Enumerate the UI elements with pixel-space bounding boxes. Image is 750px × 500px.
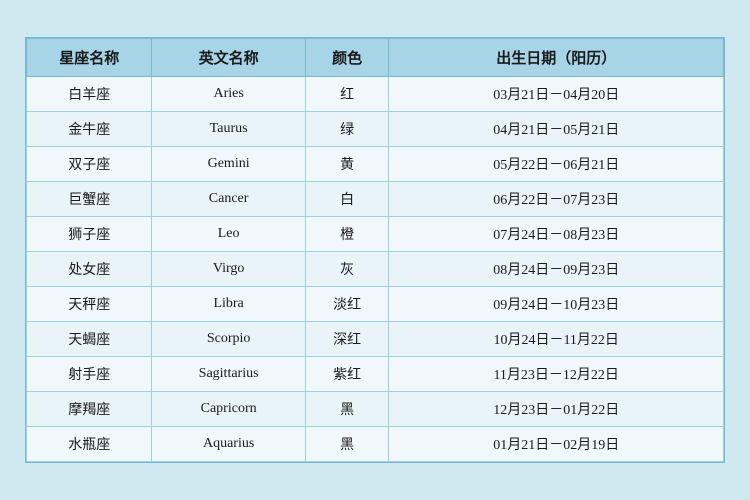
cell-color: 黄 [305,147,389,182]
cell-english: Scorpio [152,322,305,357]
cell-date: 09月24日－10月23日 [389,287,724,322]
zodiac-table-container: 星座名称 英文名称 颜色 出生日期（阳历） 白羊座Aries红03月21日－04… [25,37,725,463]
cell-chinese: 双子座 [27,147,152,182]
cell-english: Taurus [152,112,305,147]
table-row: 天秤座Libra淡红09月24日－10月23日 [27,287,724,322]
cell-english: Sagittarius [152,357,305,392]
cell-chinese: 金牛座 [27,112,152,147]
header-chinese: 星座名称 [27,39,152,77]
cell-color: 黑 [305,427,389,462]
cell-date: 03月21日－04月20日 [389,77,724,112]
cell-chinese: 摩羯座 [27,392,152,427]
cell-color: 灰 [305,252,389,287]
cell-color: 白 [305,182,389,217]
cell-date: 04月21日－05月21日 [389,112,724,147]
cell-chinese: 天秤座 [27,287,152,322]
cell-date: 06月22日－07月23日 [389,182,724,217]
table-header-row: 星座名称 英文名称 颜色 出生日期（阳历） [27,39,724,77]
cell-english: Aquarius [152,427,305,462]
table-row: 天蝎座Scorpio深红10月24日－11月22日 [27,322,724,357]
cell-chinese: 天蝎座 [27,322,152,357]
table-row: 白羊座Aries红03月21日－04月20日 [27,77,724,112]
table-row: 双子座Gemini黄05月22日－06月21日 [27,147,724,182]
cell-english: Virgo [152,252,305,287]
table-row: 巨蟹座Cancer白06月22日－07月23日 [27,182,724,217]
cell-color: 黑 [305,392,389,427]
cell-color: 红 [305,77,389,112]
table-row: 狮子座Leo橙07月24日－08月23日 [27,217,724,252]
cell-english: Libra [152,287,305,322]
cell-date: 01月21日－02月19日 [389,427,724,462]
cell-chinese: 白羊座 [27,77,152,112]
table-row: 射手座Sagittarius紫红11月23日－12月22日 [27,357,724,392]
cell-english: Cancer [152,182,305,217]
table-row: 处女座Virgo灰08月24日－09月23日 [27,252,724,287]
zodiac-table: 星座名称 英文名称 颜色 出生日期（阳历） 白羊座Aries红03月21日－04… [26,38,724,462]
cell-color: 深红 [305,322,389,357]
cell-chinese: 狮子座 [27,217,152,252]
cell-date: 12月23日－01月22日 [389,392,724,427]
cell-chinese: 水瓶座 [27,427,152,462]
cell-color: 淡红 [305,287,389,322]
cell-english: Gemini [152,147,305,182]
cell-date: 11月23日－12月22日 [389,357,724,392]
cell-english: Capricorn [152,392,305,427]
header-color: 颜色 [305,39,389,77]
cell-english: Aries [152,77,305,112]
cell-chinese: 处女座 [27,252,152,287]
cell-color: 紫红 [305,357,389,392]
cell-chinese: 巨蟹座 [27,182,152,217]
cell-date: 05月22日－06月21日 [389,147,724,182]
header-english: 英文名称 [152,39,305,77]
cell-color: 橙 [305,217,389,252]
table-row: 金牛座Taurus绿04月21日－05月21日 [27,112,724,147]
cell-color: 绿 [305,112,389,147]
cell-date: 10月24日－11月22日 [389,322,724,357]
cell-date: 07月24日－08月23日 [389,217,724,252]
cell-chinese: 射手座 [27,357,152,392]
cell-english: Leo [152,217,305,252]
cell-date: 08月24日－09月23日 [389,252,724,287]
table-row: 摩羯座Capricorn黑12月23日－01月22日 [27,392,724,427]
table-row: 水瓶座Aquarius黑01月21日－02月19日 [27,427,724,462]
header-date: 出生日期（阳历） [389,39,724,77]
